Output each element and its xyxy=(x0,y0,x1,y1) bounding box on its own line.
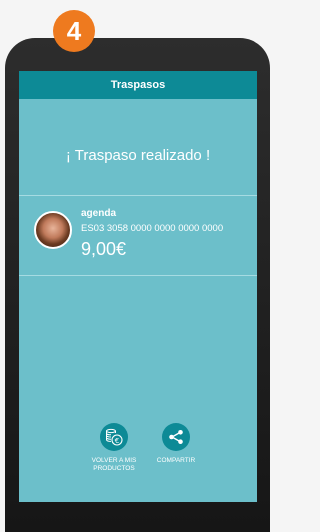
avatar xyxy=(34,211,72,249)
coins-euro-icon: € xyxy=(100,423,128,451)
account-name: agenda xyxy=(81,208,117,219)
account-iban: ES03 3058 0000 0000 0000 0000 xyxy=(81,223,224,234)
screen-header: Traspasos xyxy=(19,71,257,99)
share-label: COMPARTIR xyxy=(156,457,196,464)
divider-bottom xyxy=(19,275,257,276)
share-icon xyxy=(162,423,190,451)
back-to-products-label: VOLVER A MIS PRODUCTOS xyxy=(91,457,137,473)
divider-top xyxy=(19,195,257,196)
header-title: Traspasos xyxy=(110,79,166,91)
phone-screen: Traspasos ¡ Traspaso realizado ! agenda … xyxy=(19,71,257,502)
share-button[interactable]: COMPARTIR xyxy=(141,423,211,465)
svg-text:€: € xyxy=(115,437,119,445)
transfer-amount: 9,00€ xyxy=(81,239,127,259)
back-to-products-button[interactable]: € VOLVER A MIS PRODUCTOS xyxy=(79,423,149,474)
transfer-success-message: ¡ Traspaso realizado ! xyxy=(65,147,211,164)
step-number-badge: 4 xyxy=(53,10,95,52)
